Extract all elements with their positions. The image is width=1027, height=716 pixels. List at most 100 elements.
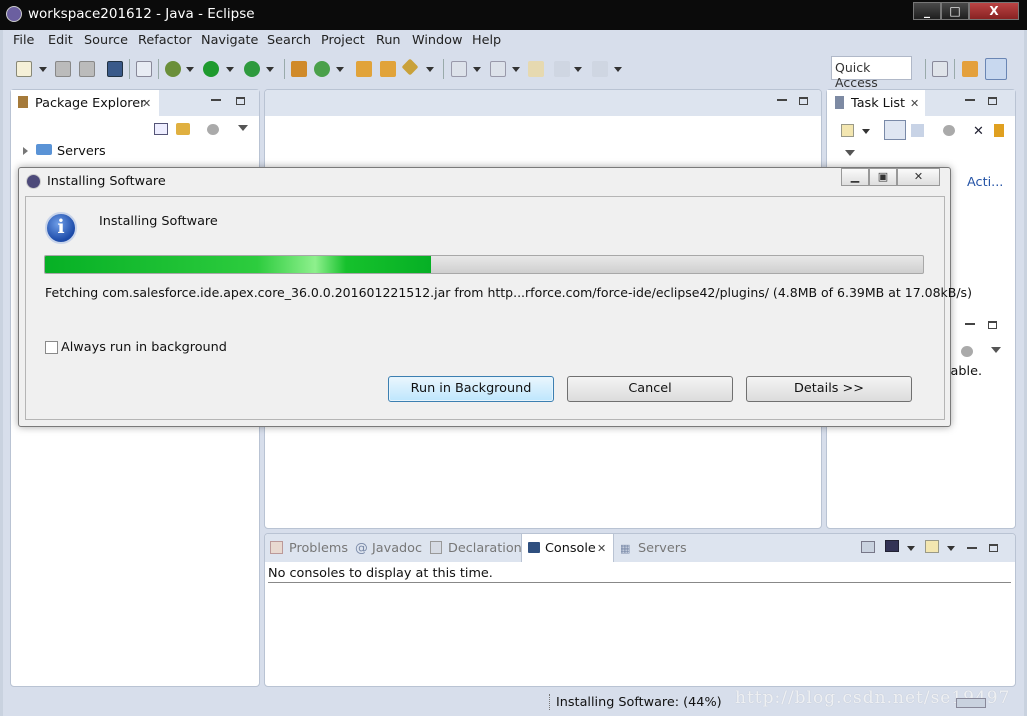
maximize-window-button[interactable]: □	[941, 2, 969, 20]
forward-arrow-icon[interactable]	[592, 61, 608, 77]
chevron-down-icon[interactable]	[226, 67, 234, 72]
cancel-button[interactable]: Cancel	[567, 376, 733, 402]
minimize-icon[interactable]	[967, 547, 977, 549]
open-console-icon[interactable]	[861, 541, 875, 553]
close-icon[interactable]: ✕	[597, 542, 606, 555]
tree-item-servers[interactable]: Servers	[57, 144, 106, 159]
chevron-down-icon[interactable]	[907, 546, 915, 551]
java-perspective-icon[interactable]	[985, 58, 1007, 80]
save-all-icon[interactable]	[79, 61, 95, 77]
tab-servers[interactable]: Servers	[638, 541, 687, 556]
always-run-background-checkbox[interactable]	[45, 341, 58, 354]
always-run-background-label[interactable]: Always run in background	[61, 340, 227, 355]
status-progress-text[interactable]: Installing Software: (44%)	[556, 695, 722, 710]
maximize-icon[interactable]	[988, 321, 997, 329]
close-icon[interactable]: ✕	[142, 97, 151, 110]
tab-javadoc[interactable]: Javadoc	[372, 541, 422, 556]
close-window-button[interactable]: X	[969, 2, 1019, 20]
minimize-icon[interactable]	[777, 99, 787, 101]
new-icon[interactable]	[16, 61, 32, 77]
open-task-icon[interactable]	[380, 61, 396, 77]
focus-task-icon[interactable]	[943, 125, 955, 136]
package-explorer-tab[interactable]: Package Explorer ✕	[11, 90, 159, 116]
maximize-icon[interactable]	[236, 97, 245, 105]
package-explorer-icon	[18, 96, 28, 108]
chevron-down-icon[interactable]	[336, 67, 344, 72]
hide-completed-icon[interactable]: ✕	[973, 124, 984, 139]
view-menu-icon[interactable]	[238, 125, 248, 131]
run-external-tools-icon[interactable]	[244, 61, 260, 77]
chevron-down-icon[interactable]	[473, 67, 481, 72]
display-console-icon[interactable]	[885, 540, 899, 552]
chevron-down-icon[interactable]	[614, 67, 622, 72]
menu-refactor[interactable]: Refactor	[138, 33, 192, 48]
open-perspective-icon[interactable]	[932, 61, 948, 77]
categorized-icon[interactable]	[884, 120, 906, 140]
minimize-icon[interactable]	[965, 323, 975, 325]
skip-breakpoints-icon[interactable]	[136, 61, 152, 77]
java-ee-perspective-icon[interactable]	[962, 61, 978, 77]
expand-arrow-icon[interactable]	[23, 147, 28, 155]
save-icon[interactable]	[55, 61, 71, 77]
dialog-close-button[interactable]: ✕	[897, 168, 940, 186]
menu-project[interactable]: Project	[321, 33, 365, 48]
synchronize-icon[interactable]	[994, 124, 1004, 137]
dialog-restore-button[interactable]: ▣	[869, 168, 897, 186]
new-java-package-icon[interactable]	[291, 61, 307, 77]
minimize-window-button[interactable]: _	[913, 2, 941, 20]
chevron-down-icon[interactable]	[39, 67, 47, 72]
chevron-down-icon[interactable]	[574, 67, 582, 72]
tab-console[interactable]: Console ✕	[521, 534, 614, 562]
toolbar-separator	[954, 59, 955, 79]
details-button[interactable]: Details >>	[746, 376, 912, 402]
title-bar[interactable]: workspace201612 - Java - Eclipse _ □ X	[0, 0, 1027, 30]
new-task-icon[interactable]	[841, 124, 854, 137]
link-with-editor-icon[interactable]	[176, 123, 190, 135]
maximize-icon[interactable]	[799, 97, 808, 105]
previous-annotation-icon[interactable]	[490, 61, 506, 77]
chevron-down-icon[interactable]	[426, 67, 434, 72]
focus-task-icon[interactable]	[207, 124, 219, 135]
run-icon[interactable]	[203, 61, 219, 77]
focus-task-icon[interactable]	[961, 346, 973, 357]
maximize-icon[interactable]	[989, 544, 998, 552]
maximize-icon[interactable]	[988, 97, 997, 105]
search-icon[interactable]	[401, 58, 419, 76]
task-list-tab[interactable]: Task List ✕	[827, 90, 925, 116]
collapse-all-icon[interactable]	[154, 123, 168, 135]
new-console-icon[interactable]	[925, 540, 939, 553]
tab-problems[interactable]: Problems	[289, 541, 348, 556]
chevron-down-icon[interactable]	[862, 129, 870, 134]
view-menu-icon[interactable]	[991, 347, 1001, 353]
menu-edit[interactable]: Edit	[48, 33, 73, 48]
chevron-down-icon[interactable]	[186, 67, 194, 72]
tab-declaration[interactable]: Declaration	[448, 541, 522, 556]
scheduled-icon[interactable]	[911, 124, 924, 137]
chevron-down-icon[interactable]	[512, 67, 520, 72]
menu-help[interactable]: Help	[472, 33, 501, 48]
terminal-icon[interactable]	[107, 61, 123, 77]
menu-navigate[interactable]: Navigate	[201, 33, 258, 48]
back-arrow-icon[interactable]	[554, 61, 570, 77]
chevron-down-icon[interactable]	[947, 546, 955, 551]
quick-access-input[interactable]: Quick Access	[831, 56, 912, 90]
close-icon[interactable]: ✕	[910, 97, 919, 110]
run-in-background-button[interactable]: Run in Background	[388, 376, 554, 402]
next-annotation-icon[interactable]	[451, 61, 467, 77]
view-menu-icon[interactable]	[845, 150, 855, 156]
menu-window[interactable]: Window	[412, 33, 462, 48]
last-edit-location-icon[interactable]	[528, 61, 544, 77]
menu-run[interactable]: Run	[376, 33, 401, 48]
debug-icon[interactable]	[165, 61, 181, 77]
menu-file[interactable]: File	[13, 33, 34, 48]
dialog-minimize-button[interactable]: ▁	[841, 168, 869, 186]
activate-link[interactable]: Acti...	[967, 175, 1003, 190]
open-type-icon[interactable]	[356, 61, 372, 77]
chevron-down-icon[interactable]	[266, 67, 274, 72]
menu-search[interactable]: Search	[267, 33, 311, 48]
minimize-icon[interactable]	[211, 99, 221, 101]
new-java-class-icon[interactable]	[314, 61, 330, 77]
minimize-icon[interactable]	[965, 99, 975, 101]
menu-source[interactable]: Source	[84, 33, 128, 48]
progress-mini-icon[interactable]	[956, 698, 986, 708]
